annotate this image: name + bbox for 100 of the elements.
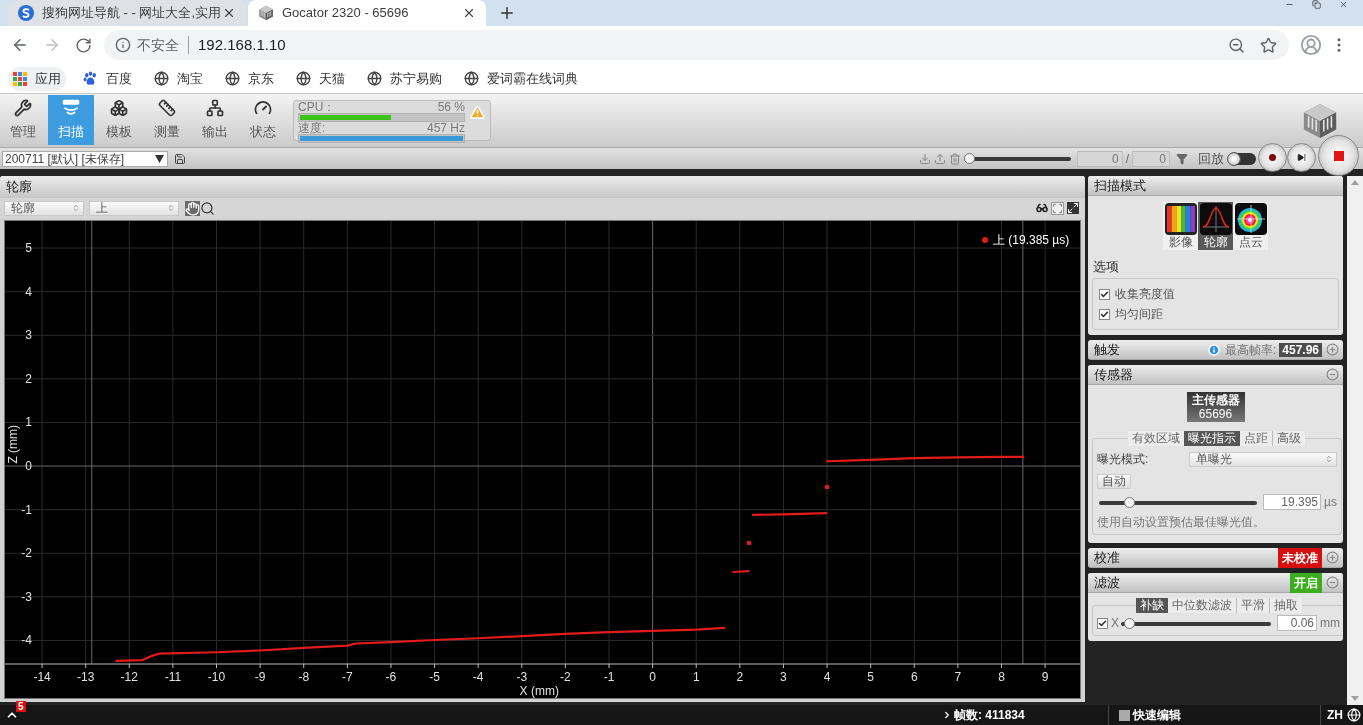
new-tab-icon[interactable]: [498, 4, 516, 22]
browser-tab[interactable]: Gocator 2320 - 65696: [248, 0, 486, 26]
panel-tab[interactable]: 点距: [1240, 431, 1273, 446]
zoom-out-icon[interactable]: [1228, 36, 1245, 54]
step-forward-icon: [1297, 153, 1306, 162]
slider-track[interactable]: [1099, 496, 1257, 508]
panel-tab[interactable]: 有效区域: [1128, 431, 1185, 446]
checkbox[interactable]: [1099, 288, 1110, 300]
download-icon[interactable]: [918, 152, 931, 165]
panel-tab[interactable]: 补缺: [1135, 598, 1168, 613]
close-icon[interactable]: [462, 6, 476, 20]
language-label[interactable]: ZH: [1327, 706, 1343, 724]
job-select[interactable]: 200711 [默认] [未保存]: [2, 150, 168, 167]
axis-label: X: [1111, 615, 1119, 632]
exposure-mode-select[interactable]: 单曝光: [1188, 451, 1337, 467]
hint-text: 使用自动设置预估最佳曝光值。: [1097, 514, 1266, 530]
close-icon[interactable]: [1338, 0, 1349, 9]
tool-button[interactable]: [185, 200, 200, 216]
bookmark[interactable]: 应用: [8, 66, 66, 91]
slider-track[interactable]: [1121, 617, 1271, 629]
mode-button[interactable]: 点云: [1233, 202, 1268, 250]
status-badge: 未校准: [1278, 548, 1322, 568]
panel-tab[interactable]: 曝光指示: [1184, 431, 1241, 446]
max-rate-value: 457.96: [1279, 342, 1322, 357]
avatar-icon[interactable]: [1300, 34, 1322, 56]
slider-thumb[interactable]: [963, 153, 975, 164]
expand-icon[interactable]: [1326, 551, 1339, 564]
surface-select[interactable]: 上: [89, 200, 179, 216]
max-rate-label: 最高帧率:: [1224, 341, 1277, 359]
toolbar-button[interactable]: 输出: [192, 95, 238, 145]
upload-icon[interactable]: [933, 152, 946, 165]
caret-icon: [155, 154, 164, 163]
concentric-rings-icon: [1234, 203, 1267, 235]
panel-tab[interactable]: 抽取: [1268, 598, 1302, 613]
panel-title: 轮廓: [6, 178, 32, 197]
cube-logo-icon: [258, 5, 274, 21]
panel-header[interactable]: 触发 最高帧率: 457.96: [1088, 340, 1343, 360]
field-label: 曝光模式:: [1097, 451, 1149, 468]
warning-icon: [469, 105, 486, 120]
expand-icon[interactable]: [1326, 343, 1339, 356]
gap-fill-field[interactable]: 0.06: [1277, 615, 1317, 631]
panel-header[interactable]: 滤波 开启: [1088, 573, 1343, 593]
stop-icon: [1333, 150, 1344, 161]
bookmark[interactable]: 淘宝: [149, 66, 208, 91]
toolbar-button[interactable]: 状态: [240, 95, 286, 145]
star-icon[interactable]: [1260, 36, 1277, 54]
checkbox[interactable]: [1119, 709, 1130, 721]
bookmark[interactable]: 百度: [78, 66, 137, 91]
panel-tab[interactable]: 中位数滤波: [1167, 598, 1236, 613]
chevron-right-icon[interactable]: [942, 710, 952, 720]
mode-button[interactable]: 轮廓: [1198, 202, 1233, 250]
checkbox[interactable]: [1097, 617, 1108, 629]
checkmark-icon: [1098, 618, 1107, 628]
glasses-icon[interactable]: [1036, 202, 1048, 214]
view-select[interactable]: 轮廓: [4, 200, 84, 216]
slider-thumb[interactable]: [1123, 617, 1135, 629]
browser-tab[interactable]: 搜狗网址导航 - - 网址大全,实用: [8, 0, 246, 26]
toolbar-button[interactable]: 测量: [144, 95, 190, 145]
playback-toggle[interactable]: [1228, 152, 1256, 165]
collapse-icon[interactable]: [1326, 576, 1339, 589]
back-icon[interactable]: [11, 36, 29, 54]
panel-header[interactable]: 扫描模式: [1088, 176, 1343, 196]
address-field[interactable]: 不安全 192.168.1.10: [104, 30, 1289, 60]
mode-button[interactable]: 影像: [1163, 202, 1198, 250]
globe-icon: [464, 71, 479, 86]
security-label: 不安全: [137, 35, 179, 55]
bookmark[interactable]: 爱词霸在线词典: [459, 66, 583, 91]
url-text: 192.168.1.10: [198, 34, 286, 55]
save-icon[interactable]: [174, 152, 186, 165]
panel-tab[interactable]: 平滑: [1235, 598, 1269, 613]
cube-logo-icon: [1301, 101, 1339, 140]
restore-icon[interactable]: [1311, 0, 1322, 9]
checkbox-label: 快速编辑: [1133, 707, 1181, 724]
exposure-field[interactable]: 19.395: [1263, 494, 1321, 510]
filter-icon[interactable]: [1176, 152, 1188, 165]
panel-tab[interactable]: 高级: [1272, 431, 1306, 446]
auto-button[interactable]: 自动: [1097, 474, 1131, 489]
toolbar-button[interactable]: 管理: [0, 95, 46, 145]
collapse-icon[interactable]: [1326, 368, 1339, 381]
close-icon[interactable]: [222, 6, 236, 20]
checkbox[interactable]: [1099, 308, 1110, 320]
sensor-device-button[interactable]: 主传感器 65696: [1186, 392, 1245, 422]
bookmark[interactable]: 京东: [220, 66, 279, 91]
tool-button[interactable]: [200, 200, 215, 216]
select-arrows-icon: [72, 203, 80, 213]
globe-icon[interactable]: [1347, 708, 1361, 722]
trash-icon[interactable]: [948, 152, 961, 165]
info-icon[interactable]: [115, 37, 131, 53]
reload-icon[interactable]: [75, 36, 92, 54]
bookmark[interactable]: 苏宁易购: [362, 66, 447, 91]
maximize-icon[interactable]: [1067, 202, 1079, 214]
bookmark[interactable]: 天猫: [291, 66, 350, 91]
frame-counter: 帧数: 411834: [954, 707, 1025, 724]
slider-thumb[interactable]: [1124, 496, 1135, 508]
panel-header[interactable]: 传感器: [1088, 365, 1343, 385]
panel-header[interactable]: 校准 未校准: [1088, 548, 1343, 568]
toolbar-button[interactable]: 模板: [96, 95, 142, 145]
slider-track[interactable]: [963, 153, 1071, 164]
ruler-icon: [157, 98, 177, 117]
select-arrows-icon: [1324, 454, 1333, 464]
